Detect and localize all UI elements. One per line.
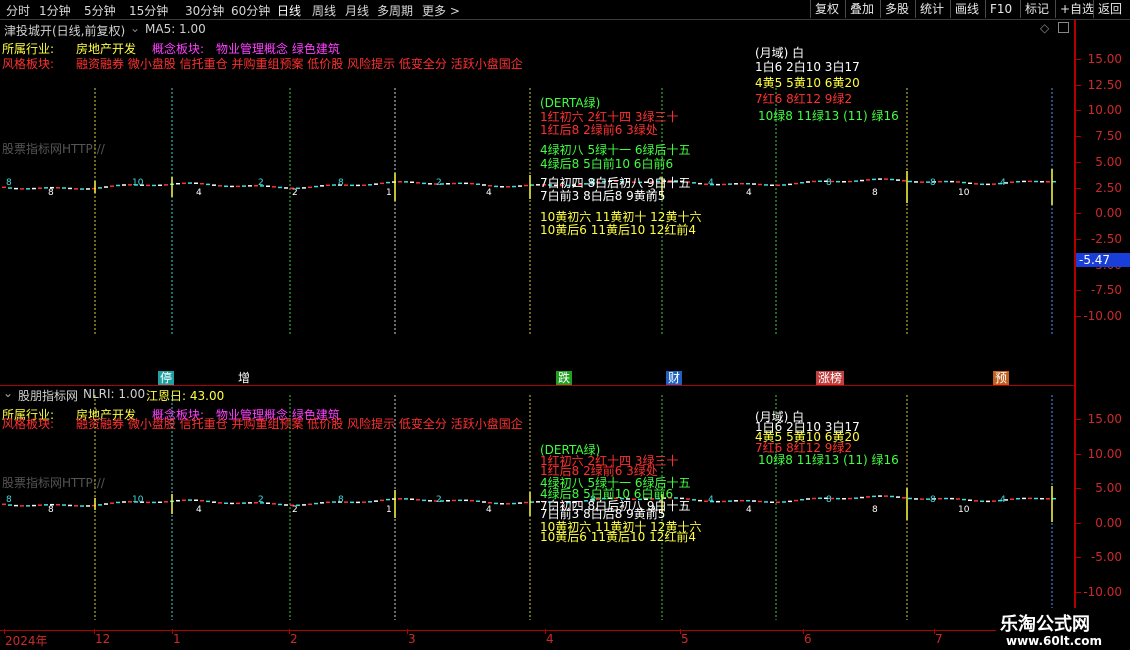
axis-tick — [1076, 453, 1081, 455]
series-mark: 8 — [872, 505, 878, 515]
derta-white-row2: 7白前3 8白后8 9黄前5 — [540, 189, 666, 203]
axis-tick — [1076, 59, 1081, 60]
date-label: 4 — [546, 632, 554, 646]
date-tick — [934, 629, 935, 634]
series-mark: 10 — [132, 495, 144, 505]
bottom-series: 881042281248244888104 — [2, 486, 1056, 522]
date-label: 3 — [408, 632, 416, 646]
month-row2: 4黄5 5黄10 6黄20 — [755, 76, 860, 90]
series-mark: 10 — [132, 178, 144, 188]
series-mark: 2 — [292, 505, 298, 515]
series-mark: 2 — [436, 178, 442, 188]
derta-yellow-row2-bottom: 10黄后6 11黄后10 12红前4 — [540, 530, 696, 544]
series-mark: 8 — [872, 188, 878, 198]
series-mark: 4 — [486, 188, 492, 198]
series-mark: 4 — [708, 495, 714, 505]
watermark-title: 乐淘公式网 — [1000, 614, 1090, 635]
series-mark: 8 — [6, 178, 12, 188]
axis-tick — [1076, 110, 1081, 112]
axis-tick — [1076, 557, 1081, 558]
month-row4-bottom: 10绿8 11绿13 (11) 绿16 — [758, 453, 899, 467]
series-mark: 4 — [746, 505, 752, 515]
axis-tick — [1076, 84, 1081, 86]
date-label: 1 — [173, 632, 181, 646]
date-tick — [803, 629, 804, 634]
series-mark: 2 — [258, 178, 264, 188]
month-row1: 1白6 2白10 3白17 — [755, 60, 860, 74]
date-label: 12 — [95, 632, 111, 646]
axis-tick — [1076, 213, 1081, 215]
series-mark: 8 — [338, 495, 344, 505]
series-mark: 4 — [746, 188, 752, 198]
axis-tick — [1076, 488, 1081, 489]
axis-tick — [1076, 419, 1081, 420]
current-value-badge: -5.47 — [1076, 253, 1130, 267]
date-label: 5 — [681, 632, 689, 646]
series-mark: 8 — [826, 178, 832, 188]
date-tick — [407, 629, 408, 634]
date-tick — [545, 629, 546, 634]
series-mark: 8 — [338, 178, 344, 188]
series-mark: 8 — [48, 188, 54, 198]
series-mark: 8 — [6, 495, 12, 505]
date-label: 2024年 — [5, 634, 48, 648]
series-mark: 4 — [196, 188, 202, 198]
series-mark: 8 — [48, 505, 54, 515]
derta-yellow-row2: 10黄后6 11黄后10 12红前4 — [540, 223, 696, 237]
date-label: 2 — [290, 632, 298, 646]
date-label: 7 — [935, 632, 943, 646]
series-mark: 4 — [1000, 495, 1006, 505]
series-mark: 2 — [436, 495, 442, 505]
series-mark: 4 — [708, 178, 714, 188]
date-tick — [172, 629, 173, 634]
axis-tick — [1076, 136, 1081, 138]
series-mark: 4 — [1000, 178, 1006, 188]
series-mark: 10 — [958, 505, 970, 515]
date-tick — [289, 629, 290, 634]
date-tick — [680, 629, 681, 634]
series-mark: 8 — [826, 495, 832, 505]
date-tick — [94, 629, 95, 634]
axis-tick — [1076, 522, 1081, 524]
series-mark: 8 — [930, 495, 936, 505]
axis-tick — [1076, 187, 1081, 189]
derta-red-row2: 1红后8 2绿前6 3绿处 — [540, 123, 658, 137]
watermark-url: www.60lt.com — [1006, 634, 1103, 648]
month-row3: 7红6 8红12 9绿2 — [755, 92, 853, 106]
marker-fall: 跌 — [556, 371, 573, 385]
axis-tick — [1076, 316, 1081, 317]
axis-tick — [1076, 290, 1081, 292]
derta-green-row2: 4绿后8 5白前10 6白前6 — [540, 157, 674, 171]
marker-limitup-list: 涨榜 — [816, 371, 845, 385]
site-watermark: 乐淘公式网 www.60lt.com — [996, 608, 1130, 650]
axis-tick — [1076, 238, 1081, 240]
series-mark: 8 — [930, 178, 936, 188]
marker-stop: 停 — [158, 371, 175, 385]
series-mark: 2 — [292, 188, 298, 198]
marker-finance: 财 — [666, 371, 683, 385]
series-mark: 4 — [486, 505, 492, 515]
axis-tick — [1076, 591, 1081, 593]
top-series: 881042281248244888104 — [2, 169, 1056, 205]
axis-tick — [1076, 161, 1081, 163]
month-row4: 10绿8 11绿13 (11) 绿16 — [758, 109, 899, 123]
marker-increase: 增 — [238, 371, 251, 385]
date-tick — [4, 629, 5, 634]
series-mark: 1 — [386, 188, 392, 198]
marker-forecast: 预 — [993, 371, 1010, 385]
series-mark: 1 — [386, 505, 392, 515]
series-mark: 2 — [258, 495, 264, 505]
series-mark: 10 — [958, 188, 970, 198]
date-label: 6 — [804, 632, 812, 646]
series-mark: 4 — [196, 505, 202, 515]
